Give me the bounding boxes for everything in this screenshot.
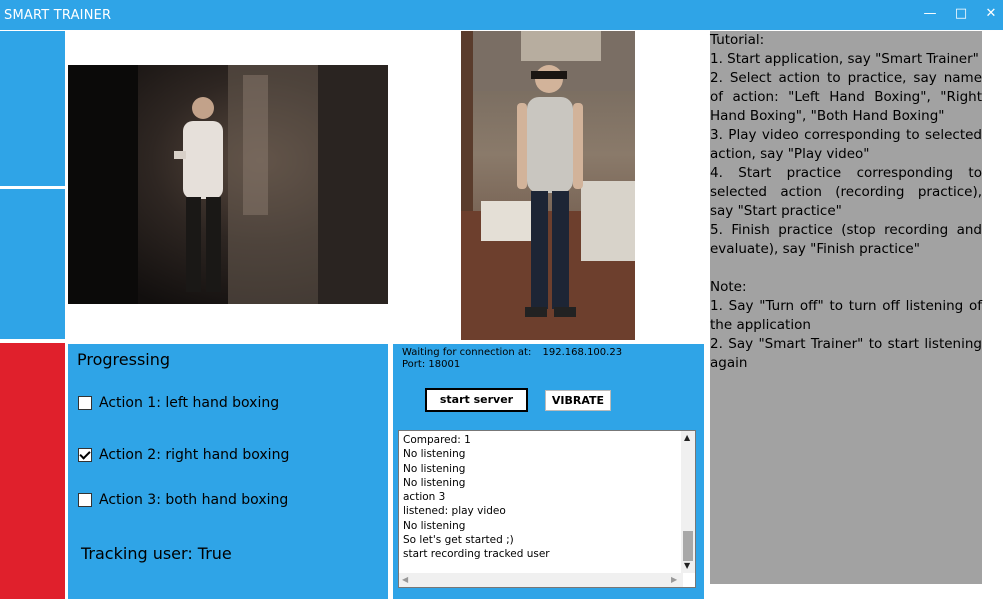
log-line: No listening [403, 519, 466, 532]
vibrate-button[interactable]: VIBRATE [545, 390, 611, 411]
tile-red[interactable] [0, 343, 65, 599]
close-icon[interactable]: ✕ [983, 6, 999, 22]
tutorial-line: 2. Say "Smart Trainer" to start listenin… [710, 336, 982, 371]
action-label: Action 2: right hand boxing [99, 447, 290, 463]
camera-feed-left [68, 65, 388, 304]
log-lines: Compared: 1 No listening No listening No… [403, 433, 550, 562]
tutorial-line: 3. Play video corresponding to selected … [710, 127, 982, 162]
start-server-button[interactable]: start server [425, 388, 528, 412]
log-line: listened: play video [403, 505, 506, 518]
ip-address: 192.168.100.23 [542, 347, 623, 358]
tile-top[interactable] [0, 31, 65, 186]
tutorial-line: 2. Select action to practice, say name o… [710, 70, 982, 124]
waiting-label: Waiting for connection at: [402, 347, 532, 358]
maximize-icon[interactable]: □ [953, 6, 969, 22]
tutorial-line: 5. Finish practice (stop recording and e… [710, 222, 982, 257]
vertical-scrollbar[interactable]: ▲ ▼ [681, 431, 695, 573]
horizontal-scrollbar[interactable]: ◀ ▶ [399, 573, 683, 587]
log-line: No listening [403, 462, 466, 475]
log-line: So let's get started ;) [403, 534, 514, 547]
tile-middle[interactable] [0, 189, 65, 339]
tutorial-line: Note: [710, 279, 747, 295]
action-label: Action 1: left hand boxing [99, 395, 280, 411]
minimize-icon[interactable]: — [922, 6, 938, 22]
checkbox-checked-icon[interactable] [78, 448, 92, 462]
progress-title: Progressing [77, 350, 171, 369]
scroll-down-icon[interactable]: ▼ [684, 561, 690, 570]
action-label: Action 3: both hand boxing [99, 492, 289, 508]
action-checkbox-3[interactable]: Action 3: both hand boxing [78, 492, 288, 508]
tutorial-line: 1. Start application, say "Smart Trainer… [710, 51, 979, 67]
log-output[interactable]: Compared: 1 No listening No listening No… [398, 430, 696, 588]
scroll-right-icon[interactable]: ▶ [671, 575, 677, 584]
log-line: start recording tracked user [403, 548, 550, 561]
tutorial-panel: Tutorial: 1. Start application, say "Sma… [710, 31, 982, 584]
connection-info: Waiting for connection at: 192.168.100.2… [402, 347, 622, 371]
title-bar: SMART TRAINER — □ ✕ [0, 0, 1003, 30]
action-checkbox-1[interactable]: Action 1: left hand boxing [78, 395, 279, 411]
reference-video [461, 31, 635, 340]
action-checkbox-2[interactable]: Action 2: right hand boxing [78, 447, 289, 463]
scroll-up-icon[interactable]: ▲ [684, 433, 690, 442]
log-line: No listening [403, 476, 466, 489]
scroll-left-icon[interactable]: ◀ [402, 575, 408, 584]
tutorial-line: 4. Start practice corresponding to selec… [710, 165, 982, 219]
tracking-status: Tracking user: True [81, 544, 232, 563]
tutorial-line: Tutorial: [710, 32, 765, 48]
log-line: Compared: 1 [403, 434, 471, 446]
checkbox-empty-icon[interactable] [78, 493, 92, 507]
checkbox-empty-icon[interactable] [78, 396, 92, 410]
log-line: action 3 [403, 491, 446, 504]
port-label: Port: 18001 [402, 359, 461, 370]
progress-panel: Progressing Action 1: left hand boxing A… [68, 344, 388, 599]
window-title: SMART TRAINER [4, 8, 112, 23]
tutorial-spacer [710, 259, 982, 278]
scroll-thumb[interactable] [683, 531, 693, 561]
server-panel: Waiting for connection at: 192.168.100.2… [393, 344, 704, 599]
tutorial-line: 1. Say "Turn off" to turn off listening … [710, 298, 982, 333]
log-line: No listening [403, 448, 466, 461]
